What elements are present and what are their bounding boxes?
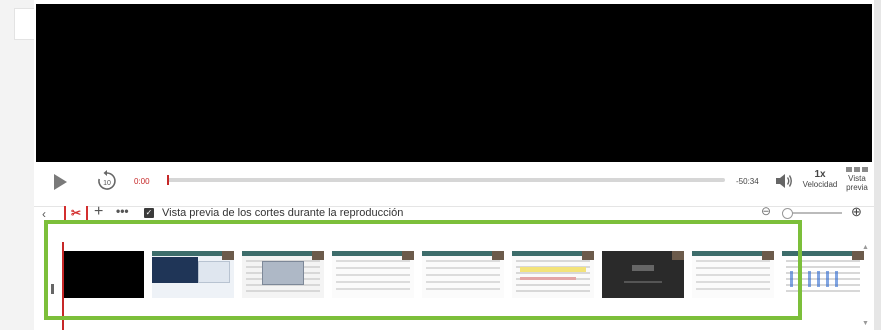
cut-button[interactable]: ✂ [64,206,88,220]
video-preview[interactable] [36,4,872,162]
preview-cuts-label: Vista previa de los cortes durante la re… [162,207,404,219]
zoom-slider[interactable] [782,208,842,219]
panel-tab[interactable] [14,8,35,40]
zoom-slider-handle[interactable] [782,208,793,219]
scroll-down-icon[interactable]: ▼ [862,320,869,327]
add-icon[interactable]: + [94,206,103,220]
more-options-icon[interactable]: ••• [116,206,129,218]
preview-button[interactable]: Vista previa [840,167,874,192]
player-controls: 10 0:00 -50:34 1x Velocidad Vista previa [34,162,874,207]
edit-toolbar: ‹ ✂ + ••• ✓ Vista previa de los cortes d… [34,206,874,220]
highlight-box [44,220,802,320]
preview-label: Vista previa [846,174,868,192]
preview-cuts-checkbox[interactable]: ✓ [144,208,154,218]
current-time: 0:00 [134,177,150,186]
back-icon[interactable]: ‹ [42,207,46,220]
speed-value: 1x [814,169,826,180]
scroll-up-icon[interactable]: ▲ [862,244,869,251]
zoom-in-icon[interactable]: ⊕ [851,206,862,220]
speed-button[interactable]: 1x Velocidad [796,169,844,189]
left-panel [0,0,35,330]
scrollbar[interactable] [874,0,881,330]
remaining-time: -50:34 [736,177,759,186]
progress-marker[interactable] [167,175,169,185]
svg-text:10: 10 [103,180,111,187]
play-icon[interactable] [54,174,67,190]
preview-grid-icon [846,167,868,172]
rewind-10-icon[interactable]: 10 [96,170,118,192]
progress-bar[interactable] [167,175,725,185]
scissors-icon: ✂ [70,206,82,220]
volume-icon[interactable] [774,172,794,190]
speed-label: Velocidad [802,180,838,189]
zoom-out-icon[interactable]: ⊖ [761,206,771,218]
